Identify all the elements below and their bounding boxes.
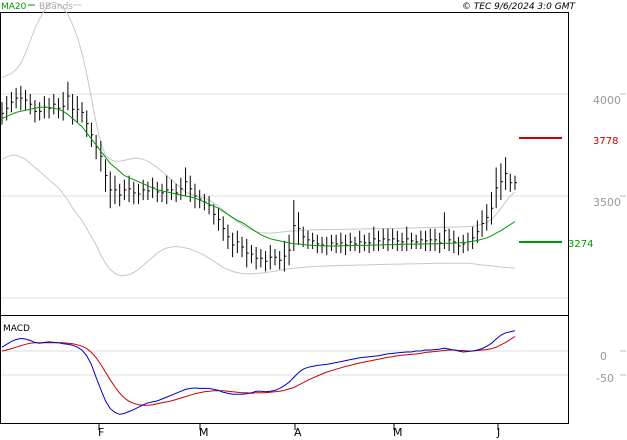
- grid-lines: [1, 93, 568, 376]
- date-label-apr: A: [294, 426, 302, 439]
- legend-ma20: MA20: [1, 2, 27, 12]
- macd-title: MACD: [3, 324, 30, 334]
- bb-lower-line: [1, 154, 516, 277]
- chart-area: MA20 BBands © TEC 9/6/2024 3:0 GMT MACD …: [0, 0, 627, 440]
- macd-lines: [1, 330, 516, 415]
- bb-upper-line: [1, 1, 516, 234]
- copyright-notice: © TEC 9/6/2024 3:0 GMT: [462, 2, 577, 12]
- support-label: 3274: [568, 239, 593, 250]
- macd-line: [1, 330, 516, 415]
- signal-line: [1, 336, 516, 406]
- date-label-may: M: [393, 426, 403, 439]
- resistance-label: 3778: [593, 136, 618, 147]
- date-label-mar: M: [199, 426, 209, 439]
- date-label-feb: F: [98, 426, 104, 439]
- price-tick-label-1: 3500: [593, 196, 621, 209]
- level-markers: [519, 137, 562, 243]
- axis-ticks: [98, 93, 626, 430]
- ma20-line: [1, 106, 516, 247]
- macd-panel-frame: [0, 315, 569, 424]
- price-bars: [1, 81, 517, 272]
- macd-tick-label-1: -50: [596, 372, 614, 385]
- macd-tick-label-0: 0: [600, 350, 607, 363]
- ma20-path: [1, 106, 516, 247]
- bollinger-bands: [1, 1, 516, 277]
- date-label-jun: J: [496, 426, 500, 439]
- legend-bbands: BBands: [39, 2, 73, 12]
- price-tick-label-0: 4000: [593, 94, 621, 107]
